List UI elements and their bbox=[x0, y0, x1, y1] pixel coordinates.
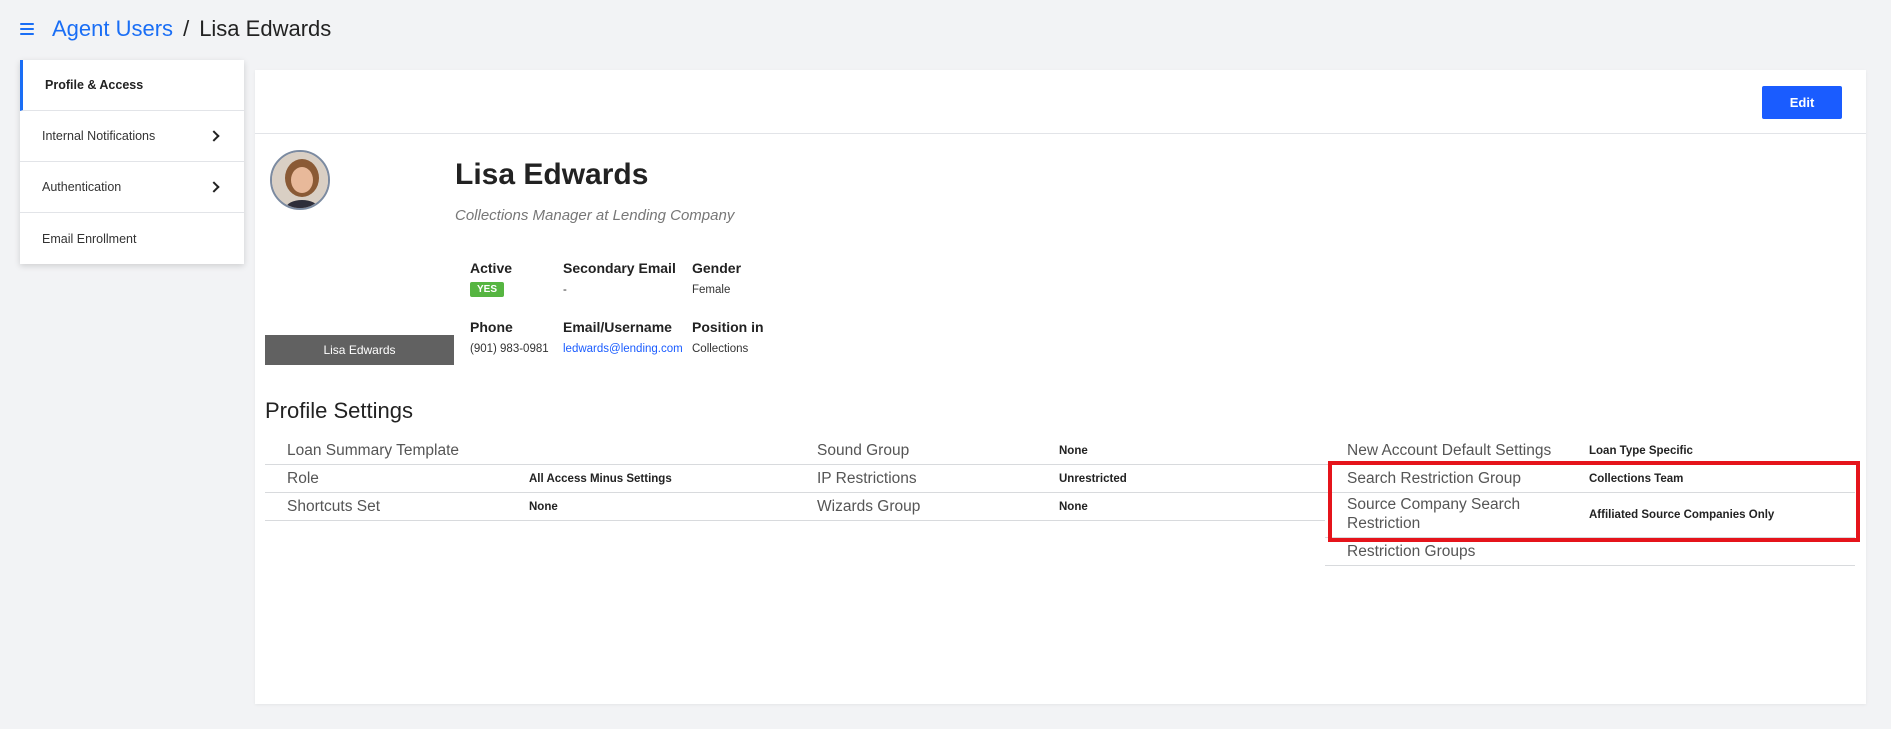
info-label-active: Active bbox=[470, 260, 513, 276]
avatar-name-plate: Lisa Edwards bbox=[265, 335, 454, 365]
sidebar-item-internal-notifications[interactable]: Internal Notifications bbox=[20, 111, 244, 162]
setting-row-ip-restrictions: IP Restrictions Unrestricted bbox=[795, 465, 1325, 493]
settings-column-1: Loan Summary Template Role All Access Mi… bbox=[265, 437, 795, 521]
info-label-secondary-email: Secondary Email bbox=[563, 260, 676, 276]
profile-card: Edit Lisa Edwards Lisa Edwards Collectio… bbox=[255, 70, 1866, 704]
setting-row-shortcuts-set: Shortcuts Set None bbox=[265, 493, 795, 521]
avatar bbox=[270, 150, 330, 210]
setting-row-new-account-defaults: New Account Default Settings Loan Type S… bbox=[1325, 437, 1855, 465]
setting-label: Role bbox=[287, 469, 319, 487]
sidebar-item-authentication[interactable]: Authentication bbox=[20, 162, 244, 213]
setting-label: Loan Summary Template bbox=[287, 441, 460, 459]
setting-row-sound-group: Sound Group None bbox=[795, 437, 1325, 465]
profile-job-title: Collections Manager at Lending Company bbox=[455, 207, 735, 224]
breadcrumb-current: Lisa Edwards bbox=[199, 16, 332, 41]
sidebar-item-label: Internal Notifications bbox=[42, 129, 156, 143]
profile-settings-title: Profile Settings bbox=[265, 398, 413, 423]
info-active: Active YES bbox=[470, 260, 512, 297]
setting-label: IP Restrictions bbox=[817, 469, 917, 487]
info-secondary-email: Secondary Email - bbox=[563, 260, 676, 296]
breadcrumb-separator: / bbox=[183, 16, 190, 41]
setting-value: Loan Type Specific bbox=[1589, 444, 1693, 457]
setting-value: Unrestricted bbox=[1059, 472, 1127, 485]
info-email: Email/Username ledwards@lending.com bbox=[563, 319, 683, 355]
breadcrumb-agent-users-link[interactable]: Agent Users bbox=[52, 16, 173, 42]
card-header: Edit bbox=[255, 70, 1866, 134]
sidebar-item-label: Authentication bbox=[42, 180, 122, 194]
info-value-phone: (901) 983-0981 bbox=[470, 343, 549, 355]
setting-label: Search Restriction Group bbox=[1347, 469, 1522, 487]
sidebar-item-profile-access[interactable]: Profile & Access bbox=[20, 60, 244, 111]
page-title: Lisa Edwards bbox=[455, 158, 649, 191]
settings-column-2: Sound Group None IP Restrictions Unrestr… bbox=[795, 437, 1325, 521]
chevron-right-icon bbox=[208, 130, 220, 142]
setting-value: All Access Minus Settings bbox=[529, 472, 672, 485]
info-label-gender: Gender bbox=[692, 260, 742, 276]
info-label-phone: Phone bbox=[470, 319, 513, 335]
setting-value: Affiliated Source Companies Only bbox=[1589, 509, 1775, 521]
email-link[interactable]: ledwards@lending.com bbox=[563, 343, 683, 355]
info-position: Position in Collections bbox=[692, 319, 764, 355]
setting-label: Shortcuts Set bbox=[287, 497, 381, 515]
settings-column-3: New Account Default Settings Loan Type S… bbox=[1325, 437, 1855, 566]
setting-row-source-company-search-restriction: Source Company Search Restriction Affili… bbox=[1325, 493, 1855, 538]
info-phone: Phone (901) 983-0981 bbox=[470, 319, 549, 355]
hamburger-menu-icon[interactable] bbox=[20, 23, 34, 35]
edit-button[interactable]: Edit bbox=[1762, 86, 1842, 119]
setting-value: None bbox=[529, 500, 558, 513]
setting-label: Source Company Search Restriction bbox=[1347, 496, 1521, 532]
setting-label: New Account Default Settings bbox=[1347, 441, 1552, 459]
setting-value: None bbox=[1059, 500, 1088, 513]
setting-row-restriction-groups: Restriction Groups bbox=[1325, 538, 1855, 566]
setting-label: Restriction Groups bbox=[1347, 542, 1476, 560]
info-label-position: Position in bbox=[692, 319, 764, 335]
user-photo-icon bbox=[272, 152, 328, 208]
chevron-right-icon bbox=[208, 181, 220, 193]
setting-row-loan-summary-template: Loan Summary Template bbox=[265, 437, 795, 465]
setting-row-search-restriction-group: Search Restriction Group Collections Tea… bbox=[1325, 465, 1855, 493]
setting-value: None bbox=[1059, 444, 1088, 457]
setting-label: Sound Group bbox=[817, 441, 910, 459]
status-badge: YES bbox=[470, 282, 505, 297]
sidebar-item-label: Profile & Access bbox=[45, 78, 144, 92]
info-value-secondary-email: - bbox=[563, 284, 567, 296]
info-value-position: Collections bbox=[692, 343, 749, 355]
info-label-email: Email/Username bbox=[563, 319, 672, 335]
setting-row-role: Role All Access Minus Settings bbox=[265, 465, 795, 493]
setting-value: Collections Team bbox=[1589, 472, 1684, 485]
setting-row-wizards-group: Wizards Group None bbox=[795, 493, 1325, 521]
sidebar-item-email-enrollment[interactable]: Email Enrollment bbox=[20, 213, 244, 264]
sidebar-item-label: Email Enrollment bbox=[42, 231, 137, 246]
setting-label: Wizards Group bbox=[817, 497, 921, 515]
breadcrumb: Agent Users / Lisa Edwards bbox=[20, 14, 331, 44]
info-gender: Gender Female bbox=[692, 260, 741, 296]
info-value-gender: Female bbox=[692, 284, 731, 296]
sidebar-nav: Profile & Access Internal Notifications … bbox=[20, 60, 244, 264]
